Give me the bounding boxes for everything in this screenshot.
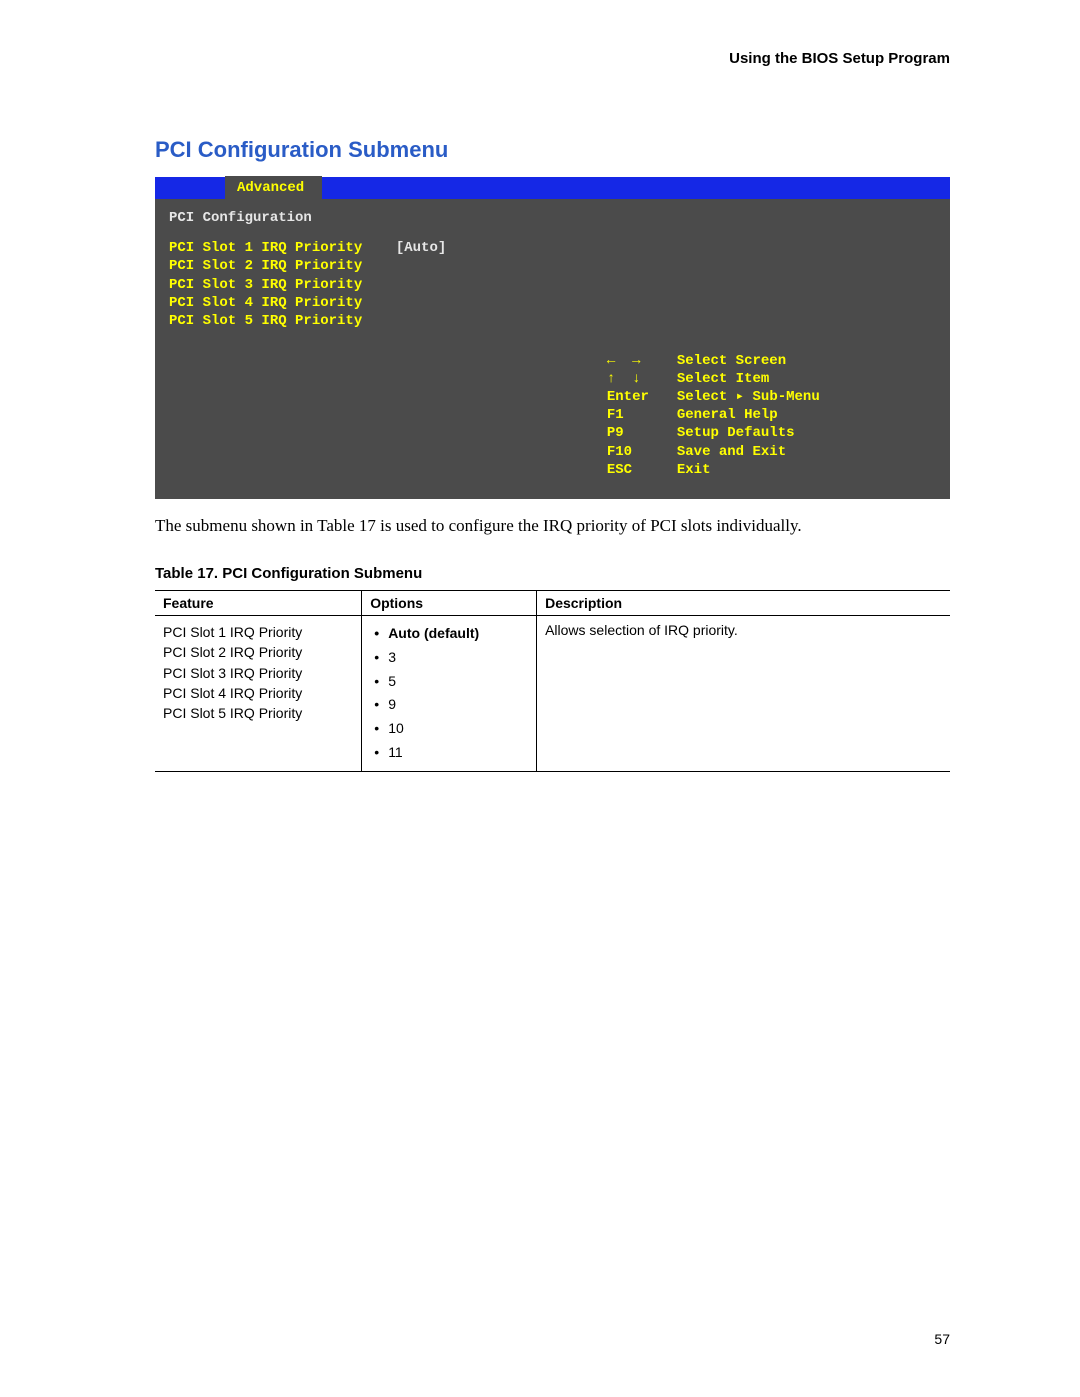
- page-number: 57: [934, 1331, 950, 1347]
- bios-item-slot4[interactable]: PCI Slot 4 IRQ Priority: [169, 294, 597, 312]
- bios-tab-advanced[interactable]: Advanced: [225, 176, 322, 200]
- bios-item-slot1[interactable]: PCI Slot 1 IRQ Priority [Auto]: [169, 239, 597, 257]
- feature-item: PCI Slot 3 IRQ Priority: [163, 663, 353, 683]
- option-item: Auto (default): [370, 622, 528, 646]
- option-item: 3: [370, 646, 528, 670]
- help-p9: P9Setup Defaults: [607, 424, 936, 442]
- help-esc: ESCExit: [607, 461, 936, 479]
- col-feature: Feature: [155, 591, 362, 616]
- description-cell: Allows selection of IRQ priority.: [537, 616, 950, 772]
- help-f10: F10Save and Exit: [607, 443, 936, 461]
- table-header-row: Feature Options Description: [155, 591, 950, 616]
- bios-menubar: Advanced: [155, 177, 950, 199]
- bios-help-panel: ← →Select Screen ↑ ↓Select Item EnterSel…: [597, 199, 950, 489]
- running-header: Using the BIOS Setup Program: [155, 50, 950, 67]
- feature-table: Feature Options Description PCI Slot 1 I…: [155, 590, 950, 772]
- option-item: 10: [370, 717, 528, 741]
- help-select-screen: ← →Select Screen: [607, 352, 936, 370]
- caption-text: The submenu shown in Table 17 is used to…: [155, 515, 950, 537]
- options-list: Auto (default) 3 5 9 10 11: [370, 622, 528, 765]
- help-enter: EnterSelect ▸ Sub-Menu: [607, 388, 936, 406]
- help-f1: F1General Help: [607, 406, 936, 424]
- feature-item: PCI Slot 5 IRQ Priority: [163, 703, 353, 723]
- help-select-item: ↑ ↓Select Item: [607, 370, 936, 388]
- feature-item: PCI Slot 2 IRQ Priority: [163, 642, 353, 662]
- feature-item: PCI Slot 4 IRQ Priority: [163, 683, 353, 703]
- table-row: PCI Slot 1 IRQ Priority PCI Slot 2 IRQ P…: [155, 616, 950, 772]
- option-item: 9: [370, 693, 528, 717]
- bios-section-title: PCI Configuration: [169, 209, 597, 227]
- feature-item: PCI Slot 1 IRQ Priority: [163, 622, 353, 642]
- section-heading: PCI Configuration Submenu: [155, 137, 950, 163]
- bios-item-slot3[interactable]: PCI Slot 3 IRQ Priority: [169, 276, 597, 294]
- bios-item-slot2[interactable]: PCI Slot 2 IRQ Priority: [169, 257, 597, 275]
- bios-left-panel: PCI Configuration PCI Slot 1 IRQ Priorit…: [155, 199, 597, 489]
- feature-list: PCI Slot 1 IRQ Priority PCI Slot 2 IRQ P…: [163, 622, 353, 723]
- table-caption: Table 17. PCI Configuration Submenu: [155, 565, 950, 582]
- col-options: Options: [362, 591, 537, 616]
- col-description: Description: [537, 591, 950, 616]
- bios-item-slot5[interactable]: PCI Slot 5 IRQ Priority: [169, 312, 597, 330]
- option-item: 5: [370, 670, 528, 694]
- bios-screen: Advanced PCI Configuration PCI Slot 1 IR…: [155, 177, 950, 499]
- option-item: 11: [370, 741, 528, 765]
